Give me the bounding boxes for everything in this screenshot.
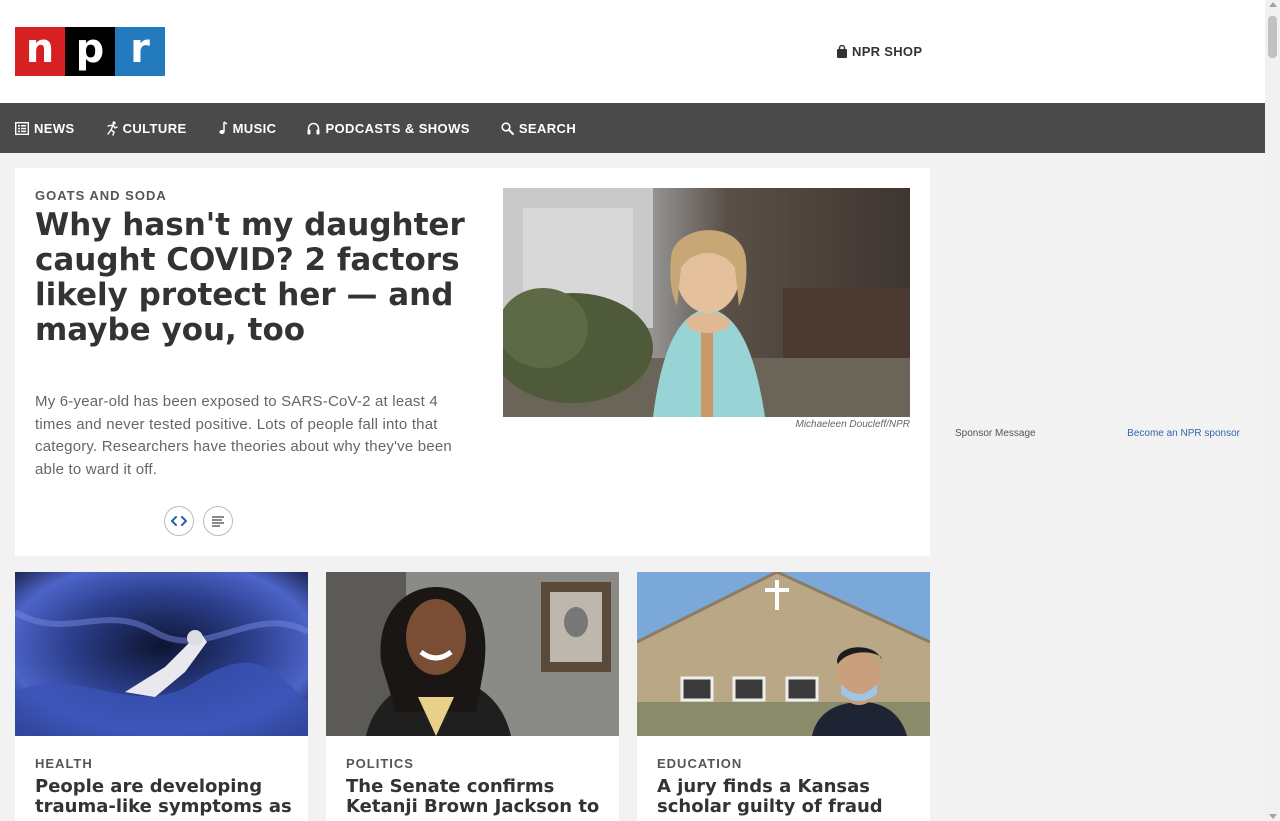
nav-item-news[interactable]: NEWS (15, 121, 75, 136)
featured-image[interactable] (503, 188, 910, 417)
image-credit: Michaeleen Doucleff/NPR (795, 419, 911, 430)
logo-letter-r: r (115, 26, 165, 76)
site-header: n p r NPR SHOP (0, 0, 1265, 103)
featured-story: GOATS AND SODA Why hasn't my daughter ca… (15, 168, 930, 556)
embed-icon (171, 516, 187, 526)
scroll-thumb[interactable] (1268, 16, 1277, 58)
page-scrollbar[interactable] (1265, 0, 1280, 821)
featured-headline[interactable]: Why hasn't my daughter caught COVID? 2 f… (35, 208, 465, 348)
nav-item-culture[interactable]: CULTURE (106, 121, 187, 136)
nav-label-culture: CULTURE (122, 120, 187, 136)
npr-shop-label: NPR SHOP (852, 44, 923, 59)
story-slug[interactable]: POLITICS (346, 756, 414, 771)
nav-label-podcasts: PODCASTS & SHOWS (325, 120, 470, 136)
story-card[interactable]: POLITICS The Senate confirms Ketanji Bro… (326, 572, 619, 821)
music-note-icon (218, 121, 227, 134)
nav-label-music: MUSIC (232, 120, 277, 136)
jackson-photo (326, 572, 619, 736)
story-title[interactable]: A jury finds a Kansas scholar guilty of … (657, 777, 917, 817)
npr-shop-link[interactable]: NPR SHOP (836, 44, 922, 59)
npr-logo[interactable]: n p r (15, 26, 165, 76)
transcript-button[interactable] (203, 506, 233, 536)
scroll-up-arrow-icon[interactable] (1269, 2, 1277, 7)
embed-button[interactable] (164, 506, 194, 536)
story-slug[interactable]: HEALTH (35, 756, 93, 771)
nav-item-podcasts[interactable]: PODCASTS & SHOWS (307, 121, 469, 136)
sponsor-message-label: Sponsor Message (955, 428, 1036, 439)
church-photo (637, 572, 930, 736)
logo-letter-p: p (65, 26, 115, 76)
nav-label-news: NEWS (34, 120, 75, 136)
nav-item-search[interactable]: SEARCH (501, 121, 576, 136)
story-image[interactable] (326, 572, 619, 736)
headphones-icon (307, 122, 320, 134)
scroll-down-arrow-icon[interactable] (1269, 814, 1277, 819)
story-card[interactable]: EDUCATION A jury finds a Kansas scholar … (637, 572, 930, 821)
story-card[interactable]: HEALTH People are developing trauma-like… (15, 572, 308, 821)
featured-teaser[interactable]: My 6-year-old has been exposed to SARS-C… (35, 391, 460, 481)
story-image[interactable] (637, 572, 930, 736)
girl-photo (503, 188, 910, 417)
story-slug[interactable]: EDUCATION (657, 756, 742, 771)
nav-item-music[interactable]: MUSIC (218, 121, 277, 136)
nav-label-search: SEARCH (518, 120, 577, 136)
main-nav: NEWS CULTURE MUSIC PODCASTS & SHOWS SEAR… (0, 103, 1265, 153)
featured-slug[interactable]: GOATS AND SODA (35, 188, 167, 203)
story-image[interactable] (15, 572, 308, 736)
story-title[interactable]: The Senate confirms Ketanji Brown Jackso… (346, 777, 606, 817)
become-sponsor-link[interactable]: Become an NPR sponsor (1127, 428, 1240, 439)
story-title[interactable]: People are developing trauma-like sympto… (35, 777, 295, 817)
culture-icon (106, 120, 118, 136)
shopping-bag-icon (837, 45, 847, 58)
news-icon (15, 121, 29, 135)
dream-illustration (15, 572, 308, 736)
search-icon (501, 121, 514, 135)
transcript-icon (212, 515, 224, 527)
logo-letter-n: n (15, 26, 65, 76)
